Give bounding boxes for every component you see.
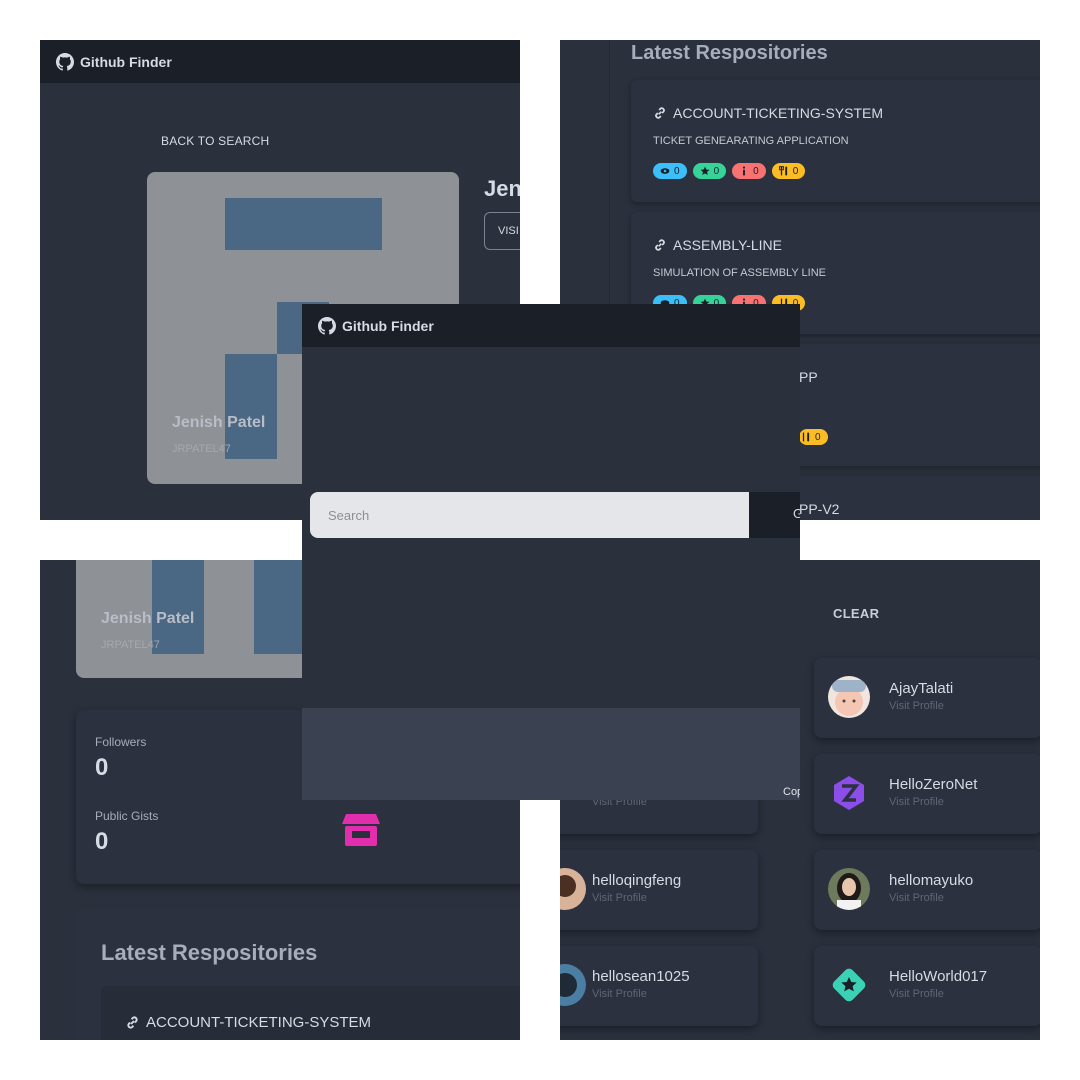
user-login: helloqingfeng	[592, 872, 682, 889]
public-gists-value: 0	[95, 828, 109, 855]
go-button-label: G	[793, 506, 800, 521]
repo-title[interactable]: PP	[799, 369, 818, 385]
repo-title[interactable]: ASSEMBLY-LINE	[653, 237, 782, 253]
user-card[interactable]: HelloZeroNet Visit Profile	[814, 754, 1040, 834]
search-panel: Github Finder G Cop	[302, 304, 800, 800]
profile-name: Jenish Patel	[101, 610, 195, 627]
profile-heading: Jen	[484, 176, 520, 201]
forks-count: 0	[815, 431, 821, 443]
visit-profile-link[interactable]: Visit Profile	[592, 892, 647, 904]
visit-github-profile-button[interactable]: VISI	[484, 212, 520, 250]
user-card[interactable]: hellomayuko Visit Profile	[814, 850, 1040, 930]
user-login: hellosean1025	[592, 968, 690, 985]
visit-profile-link[interactable]: Visit Profile	[592, 988, 647, 1000]
issues-count: 0	[753, 165, 759, 177]
clear-button[interactable]: CLEAR	[833, 606, 879, 621]
repos-heading: Latest Respositories	[631, 42, 828, 64]
app-title[interactable]: Github Finder	[80, 54, 172, 70]
utensils-icon	[802, 432, 810, 442]
visit-profile-link[interactable]: Visit Profile	[889, 700, 944, 712]
user-avatar	[828, 868, 870, 910]
public-gists-label: Public Gists	[95, 809, 159, 823]
utensils-icon	[778, 166, 787, 176]
repo-name: PP	[799, 369, 818, 385]
user-card[interactable]: hellosean1025 Visit Profile	[560, 946, 758, 1026]
search-input[interactable]	[310, 492, 749, 538]
repo-name: ASSEMBLY-LINE	[673, 237, 782, 253]
forks-badge: 0	[771, 163, 806, 179]
link-icon	[655, 107, 665, 119]
back-to-search-link[interactable]: BACK TO SEARCH	[161, 134, 269, 148]
navbar: Github Finder	[40, 40, 520, 83]
search-form: G	[310, 492, 800, 538]
github-icon	[56, 52, 74, 71]
star-icon	[700, 166, 709, 175]
watchers-badge: 0	[653, 163, 687, 179]
repo-description: TICKET GENEARATING APPLICATION	[653, 135, 849, 147]
visit-profile-link[interactable]: Visit Profile	[889, 796, 944, 808]
user-avatar	[828, 676, 870, 718]
user-login: HelloWorld017	[889, 968, 988, 985]
user-avatar	[828, 772, 870, 814]
user-login: AjayTalati	[889, 680, 954, 697]
followers-label: Followers	[95, 735, 147, 749]
user-login: HelloZeroNet	[889, 776, 978, 793]
link-icon	[127, 1016, 138, 1029]
repo-name: ACCOUNT-TICKETING-SYSTEM	[146, 1014, 372, 1031]
link-icon	[655, 239, 665, 251]
forks-badge: 0	[799, 429, 828, 445]
github-icon	[318, 316, 336, 335]
repo-name: ACCOUNT-TICKETING-SYSTEM	[673, 105, 884, 121]
user-card[interactable]: AjayTalati Visit Profile	[814, 658, 1040, 738]
followers-value: 0	[95, 754, 109, 781]
repo-description: SIMULATION OF ASSEMBLY LINE	[653, 267, 826, 279]
navbar: Github Finder	[302, 304, 800, 347]
visit-profile-link[interactable]: Visit Profile	[889, 988, 944, 1000]
eye-icon	[660, 168, 670, 174]
go-button[interactable]: G	[749, 492, 800, 538]
watchers-count: 0	[674, 165, 680, 177]
stars-badge: 0	[692, 163, 727, 179]
visit-profile-link[interactable]: Visit Profile	[889, 892, 944, 904]
stars-count: 0	[713, 165, 720, 177]
visit-button-label: VISI	[498, 225, 519, 237]
identicon-block	[225, 198, 382, 250]
repo-card[interactable]: ACCOUNT-TICKETING-SYSTEM	[101, 986, 520, 1040]
forks-count: 0	[792, 165, 799, 177]
identicon-block	[254, 560, 306, 654]
repos-heading: Latest Respositories	[101, 940, 318, 965]
issues-badge: 0	[732, 163, 766, 179]
user-login: hellomayuko	[889, 872, 974, 889]
repo-name: PP-V2	[799, 501, 840, 517]
app-title[interactable]: Github Finder	[342, 318, 434, 334]
copyright-text: Cop	[783, 786, 800, 798]
user-avatar	[828, 964, 870, 1006]
user-avatar	[560, 868, 586, 910]
user-card[interactable]: HelloWorld017 Visit Profile	[814, 946, 1040, 1026]
repo-title[interactable]: ACCOUNT-TICKETING-SYSTEM	[125, 1014, 371, 1031]
user-card[interactable]: helloqingfeng Visit Profile	[560, 850, 758, 930]
repo-card[interactable]: ACCOUNT-TICKETING-SYSTEM TICKET GENEARAT…	[631, 80, 1040, 202]
profile-name: Jenish Patel	[172, 414, 266, 431]
user-avatar	[560, 964, 586, 1006]
repo-badges: 0 0 0 0	[653, 163, 806, 179]
profile-login: JRPATEL47	[172, 443, 231, 455]
identicon-block	[225, 354, 277, 459]
repo-title[interactable]: ACCOUNT-TICKETING-SYSTEM	[653, 105, 883, 121]
profile-login: JRPATEL47	[101, 639, 160, 651]
info-icon	[743, 166, 746, 176]
footer: Cop	[302, 708, 800, 800]
repo-title[interactable]: PP-V2	[799, 501, 839, 517]
repo-badges: 0	[799, 429, 828, 445]
store-icon	[342, 814, 380, 846]
